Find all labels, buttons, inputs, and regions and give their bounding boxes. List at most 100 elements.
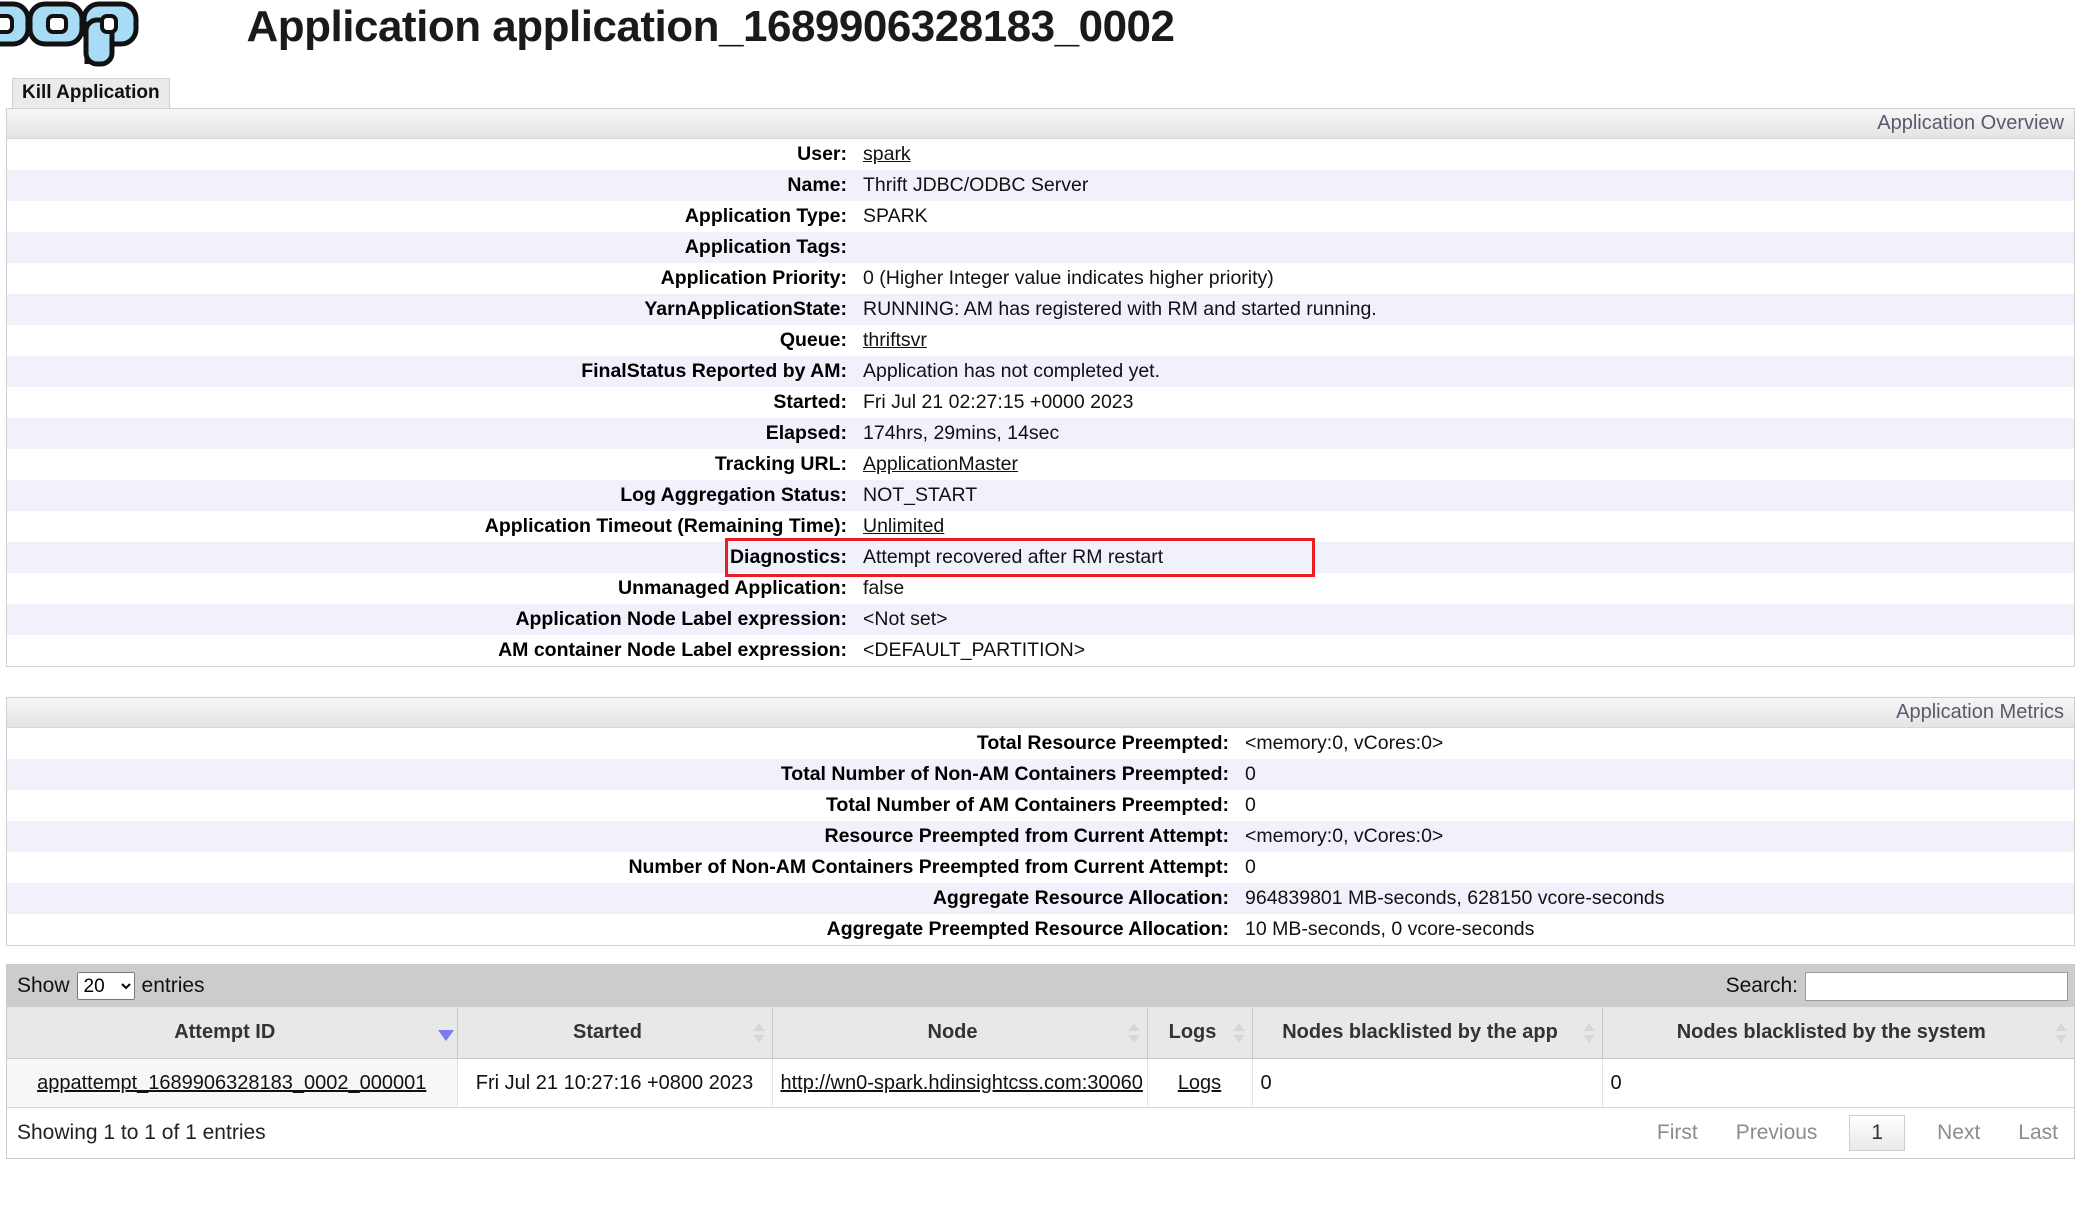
metrics-row: Total Number of Non-AM Containers Preemp… xyxy=(7,759,2074,790)
metrics-label: Resource Preempted from Current Attempt: xyxy=(824,825,1229,847)
metrics-value: 10 MB-seconds, 0 vcore-seconds xyxy=(1245,918,1535,940)
entries-per-page-select[interactable]: 20406080100 xyxy=(76,972,135,1000)
overview-value: <DEFAULT_PARTITION> xyxy=(863,639,1086,661)
overview-label: YarnApplicationState: xyxy=(644,298,847,320)
metrics-value: 0 xyxy=(1245,794,1256,816)
node-cell[interactable]: http://wn0-spark.hdinsightcss.com:30060 xyxy=(771,1058,1147,1108)
metrics-row: Total Number of AM Containers Preempted:… xyxy=(7,790,2074,821)
attempt-id-cell-link[interactable]: appattempt_1689906328183_0002_000001 xyxy=(37,1072,426,1094)
metrics-value: <memory:0, vCores:0> xyxy=(1245,732,1444,754)
metrics-row: Number of Non-AM Containers Preempted fr… xyxy=(7,852,2074,883)
overview-link[interactable]: thriftsvr xyxy=(863,329,927,351)
overview-row: Application Type: SPARK xyxy=(7,201,2074,232)
pagination: First Previous 1 Next Last xyxy=(1651,1115,2064,1151)
kill-application-button[interactable]: Kill Application xyxy=(12,78,170,108)
sort-descending-icon xyxy=(437,1023,454,1043)
overview-value: Thrift JDBC/ODBC Server xyxy=(863,174,1089,196)
panel-spacer xyxy=(0,667,2081,697)
overview-value[interactable]: thriftsvr xyxy=(855,325,2074,356)
datatable-controls: Show 20406080100 entries Search: xyxy=(7,965,2074,1007)
overview-label: Application Tags: xyxy=(684,236,847,258)
overview-label: Diagnostics: xyxy=(729,546,847,568)
logs-cell[interactable]: Logs xyxy=(1146,1058,1252,1108)
application-overview-table: User: spark Name: Thrift JDBC/ODBC Server Ap… xyxy=(7,139,2074,666)
overview-value: SPARK xyxy=(863,205,928,227)
overview-row: AM container Node Label expression: <DEFA… xyxy=(7,635,2074,666)
overview-value[interactable]: Unlimited xyxy=(855,511,2074,542)
metrics-label: Aggregate Preempted Resource Allocation: xyxy=(826,918,1229,940)
application-metrics-panel: Application Metrics Total Resource Preem… xyxy=(6,697,2075,946)
application-metrics-table: Total Resource Preempted: <memory:0, vCor… xyxy=(7,728,2074,945)
metrics-row: Resource Preempted from Current Attempt:… xyxy=(7,821,2074,852)
metrics-value: <memory:0, vCores:0> xyxy=(1245,825,1444,847)
overview-row: Log Aggregation Status: NOT_START xyxy=(7,480,2074,511)
sort-both-icon xyxy=(1232,1022,1245,1043)
attempts-col-header-1[interactable]: Started xyxy=(456,1007,772,1059)
action-tabbar: Kill Application xyxy=(0,78,2081,108)
overview-label: AM container Node Label expression: xyxy=(498,639,847,661)
attempts-table: Attempt ID Started Node Logs Nodes blacklist… xyxy=(7,1007,2074,1108)
pagination-last[interactable]: Last xyxy=(2012,1119,2064,1147)
overview-label: Unmanaged Application: xyxy=(618,577,847,599)
overview-value: NOT_START xyxy=(863,484,978,506)
search-control: Search: xyxy=(1725,971,2068,1001)
application-metrics-title: Application Metrics xyxy=(7,698,2074,728)
overview-label: User: xyxy=(797,143,847,165)
sort-both-icon xyxy=(1127,1022,1140,1043)
overview-label: Log Aggregation Status: xyxy=(620,484,847,506)
attempts-col-label: Node xyxy=(927,1021,978,1043)
attempts-col-label: Nodes blacklisted by the system xyxy=(1676,1021,1986,1043)
node-cell-link[interactable]: http://wn0-spark.hdinsightcss.com:30060 xyxy=(781,1072,1143,1094)
pagination-page-1[interactable]: 1 xyxy=(1849,1115,1906,1151)
overview-value: Application has not completed yet. xyxy=(863,360,1161,382)
nodes-blacklisted-app-cell: 0 xyxy=(1251,1058,1602,1108)
attempts-table-head: Attempt ID Started Node Logs Nodes blacklist… xyxy=(7,1007,2074,1059)
application-overview-panel: Application Overview User: spark Name: Thri… xyxy=(6,108,2075,667)
entries-info: Showing 1 to 1 of 1 entries xyxy=(17,1121,266,1144)
overview-link[interactable]: ApplicationMaster xyxy=(863,453,1018,475)
pagination-previous[interactable]: Previous xyxy=(1730,1119,1824,1147)
attempts-header-row: Attempt ID Started Node Logs Nodes blacklist… xyxy=(7,1007,2074,1059)
metrics-label: Total Number of AM Containers Preempted: xyxy=(825,794,1229,816)
metrics-row: Aggregate Resource Allocation: 964839801 … xyxy=(7,883,2074,914)
metrics-value: 964839801 MB-seconds, 628150 vcore-secon… xyxy=(1245,887,1665,909)
attempts-col-label: Started xyxy=(573,1021,642,1043)
overview-row: Queue: thriftsvr xyxy=(7,325,2074,356)
attempts-col-label: Nodes blacklisted by the app xyxy=(1282,1021,1558,1043)
overview-row: YarnApplicationState: RUNNING: AM has reg… xyxy=(7,294,2074,325)
overview-label: Started: xyxy=(773,391,847,413)
entries-length-control: Show 20406080100 entries xyxy=(17,972,205,1000)
attempt-id-cell[interactable]: appattempt_1689906328183_0002_000001 xyxy=(7,1058,457,1108)
overview-value[interactable]: ApplicationMaster xyxy=(855,449,2074,480)
datatable-footer: Showing 1 to 1 of 1 entries First Previo… xyxy=(7,1108,2074,1158)
overview-value: <Not set> xyxy=(863,608,948,630)
app-attempts-datatable: Show 20406080100 entries Search: Attempt… xyxy=(6,964,2075,1159)
logs-cell-link[interactable]: Logs xyxy=(1178,1072,1221,1094)
pagination-first[interactable]: First xyxy=(1651,1119,1704,1147)
overview-value: RUNNING: AM has registered with RM and s… xyxy=(863,298,1377,320)
metrics-row: Aggregate Preempted Resource Allocation:… xyxy=(7,914,2074,945)
overview-row: Elapsed: 174hrs, 29mins, 14sec xyxy=(7,418,2074,449)
attempts-col-header-0[interactable]: Attempt ID xyxy=(7,1007,457,1059)
overview-row: FinalStatus Reported by AM: Application h… xyxy=(7,356,2074,387)
search-input[interactable] xyxy=(1805,971,2068,1001)
attempts-col-header-5[interactable]: Nodes blacklisted by the system xyxy=(1601,1007,2074,1059)
attempts-col-header-3[interactable]: Logs xyxy=(1146,1007,1252,1059)
overview-label: Application Priority: xyxy=(660,267,847,289)
overview-row: Started: Fri Jul 21 02:27:15 +0000 2023 xyxy=(7,387,2074,418)
overview-link[interactable]: Unlimited xyxy=(863,515,944,537)
overview-row: Application Node Label expression: <Not s… xyxy=(7,604,2074,635)
pagination-next[interactable]: Next xyxy=(1931,1119,1986,1147)
attempts-col-header-4[interactable]: Nodes blacklisted by the app xyxy=(1251,1007,1602,1059)
overview-value: 174hrs, 29mins, 14sec xyxy=(863,422,1060,444)
overview-label: Queue: xyxy=(779,329,847,351)
overview-label: Application Timeout (Remaining Time): xyxy=(484,515,847,537)
overview-link[interactable]: spark xyxy=(863,143,911,165)
overview-row: User: spark xyxy=(7,139,2074,170)
attempts-col-header-2[interactable]: Node xyxy=(771,1007,1147,1059)
overview-value: Fri Jul 21 02:27:15 +0000 2023 xyxy=(863,391,1134,413)
search-label: Search: xyxy=(1725,974,1798,997)
overview-row: Diagnostics: Attempt recovered after RM r… xyxy=(7,542,2074,573)
sort-both-icon xyxy=(1582,1022,1595,1043)
overview-value[interactable]: spark xyxy=(855,139,2074,170)
